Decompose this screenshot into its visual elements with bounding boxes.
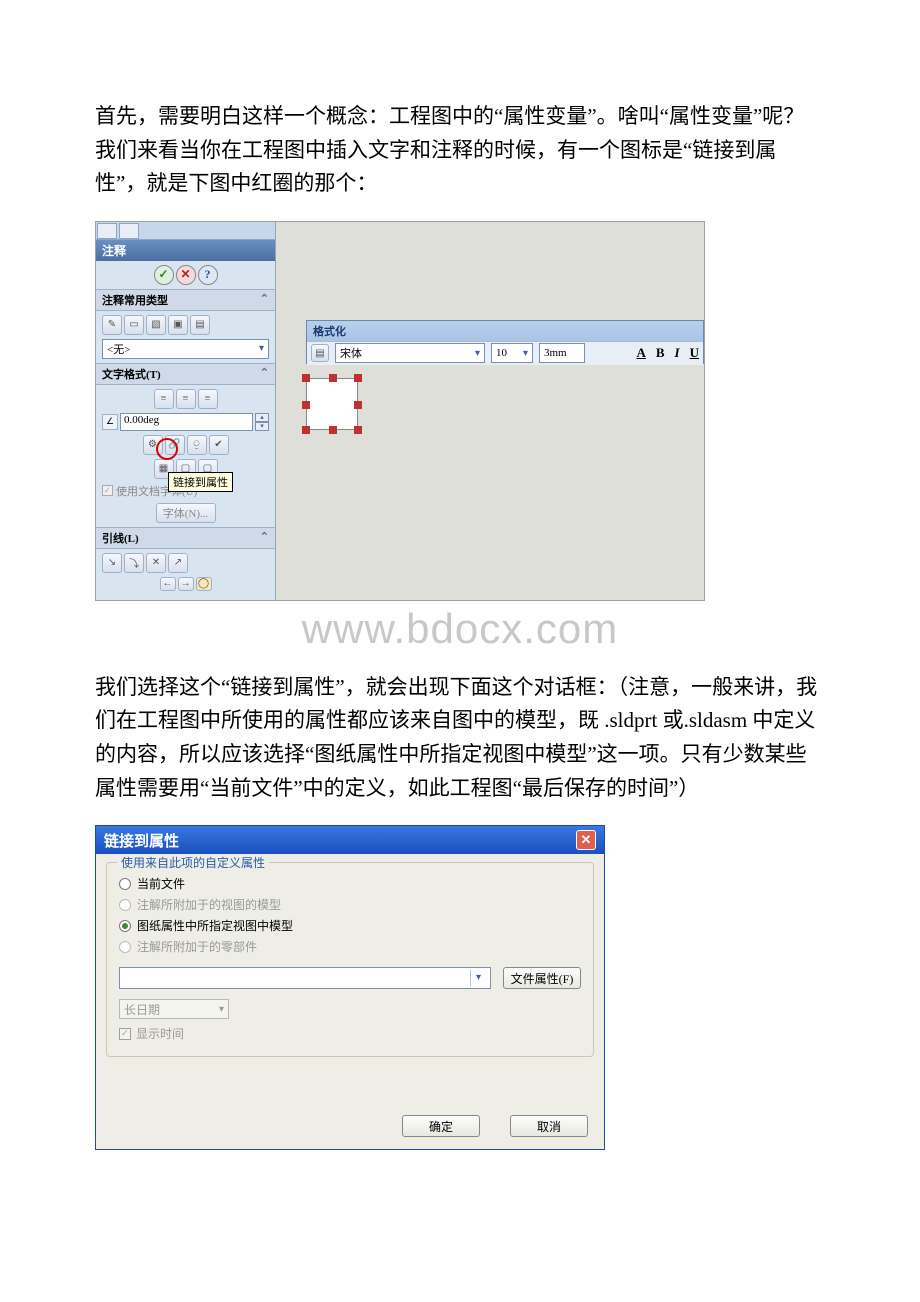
ok-button[interactable]: 确定 <box>402 1115 480 1137</box>
format-icon[interactable]: ⍜ <box>187 435 207 455</box>
type-icon[interactable]: ▭ <box>124 315 144 335</box>
font-size-combo[interactable]: 10▾ <box>491 343 533 363</box>
style-combo[interactable]: <无>▾ <box>102 339 269 359</box>
cancel-button[interactable]: ✕ <box>176 265 196 285</box>
solidworks-screenshot: 注释 ✓ ✕ ? 注释常用类型⌃ ✎ ▭ ▧ ▣ ▤ <无>▾ 文字格式(T)⌃ <box>95 221 705 601</box>
panel-tab[interactable] <box>97 223 117 239</box>
angle-input[interactable]: 0.00deg <box>120 413 253 431</box>
align-center-icon[interactable]: ≡ <box>176 389 196 409</box>
note-edit-box[interactable] <box>306 378 358 430</box>
group-title: 使用来自此项的自定义属性 <box>117 854 269 871</box>
angle-icon: ∠ <box>102 414 118 430</box>
drawing-canvas: 格式化 ▤ 宋体▾ 10▾ 3mm A B I U <box>276 222 704 600</box>
panel-tabs <box>96 222 275 240</box>
cancel-button[interactable]: 取消 <box>510 1115 588 1137</box>
angle-spinner[interactable]: ▴▾ <box>255 413 269 431</box>
type-icon[interactable]: ▧ <box>146 315 166 335</box>
custom-props-group: 使用来自此项的自定义属性 当前文件 注解所附加于的视图的模型 图纸属性中所指定视… <box>106 862 594 1057</box>
format-toolbar: 格式化 ▤ 宋体▾ 10▾ 3mm A B I U <box>306 320 704 364</box>
help-button[interactable]: ? <box>198 265 218 285</box>
section-text-format[interactable]: 文字格式(T)⌃ <box>96 363 275 385</box>
font-height-combo[interactable]: 3mm <box>539 343 585 363</box>
radio-component: 注解所附加于的零部件 <box>119 936 581 957</box>
section-leader[interactable]: 引线(L)⌃ <box>96 527 275 549</box>
date-format-combo: 长日期▾ <box>119 999 229 1019</box>
type-icon[interactable]: ▤ <box>190 315 210 335</box>
format-icon[interactable]: ⚙ <box>143 435 163 455</box>
align-right-icon[interactable]: ≡ <box>198 389 218 409</box>
link-property-tooltip: 链接到属性 <box>168 472 233 492</box>
watermark: www.bdocx.com <box>95 605 825 653</box>
type-icon[interactable]: ✎ <box>102 315 122 335</box>
note-title: 注释 <box>96 240 275 261</box>
align-left-icon[interactable]: ≡ <box>154 389 174 409</box>
radio-view-model: 注解所附加于的视图的模型 <box>119 894 581 915</box>
leader-icon[interactable]: ◯ <box>196 577 212 591</box>
underline-a-button[interactable]: A <box>636 345 645 361</box>
leader-icon[interactable]: ⤵ <box>124 553 144 573</box>
leader-icon[interactable]: ↘ <box>102 553 122 573</box>
ok-button[interactable]: ✓ <box>154 265 174 285</box>
font-style-buttons: A B I U <box>636 345 699 361</box>
format-icon[interactable]: ✔ <box>209 435 229 455</box>
confirm-row: ✓ ✕ ? <box>96 261 275 289</box>
property-manager-panel: 注释 ✓ ✕ ? 注释常用类型⌃ ✎ ▭ ▧ ▣ ▤ <无>▾ 文字格式(T)⌃ <box>96 222 276 600</box>
close-icon[interactable]: ✕ <box>576 830 596 850</box>
underline-button[interactable]: U <box>690 345 699 361</box>
link-to-property-dialog: 链接到属性 ✕ 使用来自此项的自定义属性 当前文件 注解所附加于的视图的模型 图… <box>95 825 605 1150</box>
leader-icon[interactable]: → <box>178 577 194 591</box>
font-family-combo[interactable]: 宋体▾ <box>335 343 485 363</box>
font-button[interactable]: 字体(N)... <box>156 503 216 523</box>
property-combo[interactable]: ▾ <box>119 967 491 989</box>
type-icon[interactable]: ▣ <box>168 315 188 335</box>
section-common-types[interactable]: 注释常用类型⌃ <box>96 289 275 311</box>
radio-sheet-model[interactable]: 图纸属性中所指定视图中模型 <box>119 915 581 936</box>
link-to-property-icon[interactable]: 🔗 <box>165 435 185 455</box>
leader-icon[interactable]: ↗ <box>168 553 188 573</box>
panel-tab[interactable] <box>119 223 139 239</box>
file-properties-button[interactable]: 文件属性(F) <box>503 967 581 989</box>
leader-icon[interactable]: ← <box>160 577 176 591</box>
dialog-titlebar: 链接到属性 ✕ <box>96 826 604 854</box>
italic-button[interactable]: I <box>675 345 680 361</box>
leader-icon[interactable]: ✕ <box>146 553 166 573</box>
show-time-checkbox: ✓显示时间 <box>119 1025 581 1042</box>
paragraph-2: 我们选择这个“链接到属性”，就会出现下面这个对话框：（注意，一般来讲，我们在工程… <box>95 671 825 805</box>
bold-button[interactable]: B <box>656 345 665 361</box>
doc-icon[interactable]: ▤ <box>311 344 329 362</box>
type-buttons: ✎ ▭ ▧ ▣ ▤ <box>102 315 269 335</box>
radio-current-file[interactable]: 当前文件 <box>119 873 581 894</box>
format-toolbar-title: 格式化 <box>307 321 703 341</box>
paragraph-1: 首先，需要明白这样一个概念：工程图中的“属性变量”。啥叫“属性变量”呢？我们来看… <box>95 100 825 201</box>
